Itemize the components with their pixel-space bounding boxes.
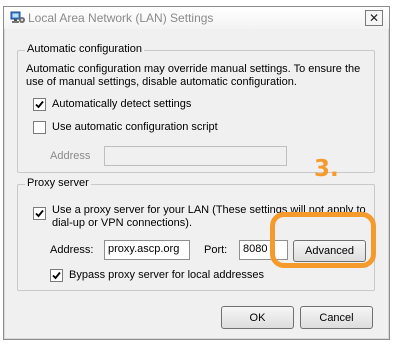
auto-script-row[interactable]: Use automatic configuration script bbox=[33, 121, 218, 134]
step-number-annotation: 3. bbox=[314, 156, 339, 182]
network-settings-icon bbox=[10, 11, 25, 23]
automatic-configuration-group: Automatic configuration Automatic config… bbox=[17, 43, 375, 173]
auto-detect-row[interactable]: Automatically detect settings bbox=[33, 98, 191, 111]
close-icon: ✕ bbox=[368, 11, 380, 25]
script-address-label: Address bbox=[50, 150, 91, 162]
proxy-address-label: Address: bbox=[50, 244, 94, 256]
auto-detect-checkbox[interactable] bbox=[33, 98, 46, 111]
description-line-2: use of manual settings, disable automati… bbox=[26, 76, 297, 88]
bypass-local-label: Bypass proxy server for local addresses bbox=[69, 269, 265, 281]
ok-button[interactable]: OK bbox=[221, 306, 294, 329]
automatic-configuration-legend: Automatic configuration bbox=[25, 43, 144, 55]
script-address-field[interactable] bbox=[104, 146, 287, 166]
auto-detect-label: Automatically detect settings bbox=[52, 98, 192, 110]
advanced-button-highlight bbox=[270, 212, 376, 268]
cancel-button[interactable]: Cancel bbox=[300, 306, 373, 329]
checkmark-icon bbox=[52, 271, 61, 280]
close-button[interactable]: ✕ bbox=[365, 10, 383, 26]
title-bar: Local Area Network (LAN) Settings ✕ bbox=[4, 7, 389, 29]
proxy-address-field[interactable]: proxy.ascp.org bbox=[104, 240, 190, 260]
dialog-title: Local Area Network (LAN) Settings bbox=[28, 11, 214, 25]
auto-script-checkbox[interactable] bbox=[33, 121, 46, 134]
proxy-port-label: Port: bbox=[204, 244, 228, 256]
use-proxy-checkbox[interactable] bbox=[33, 207, 46, 220]
automatic-configuration-description: Automatic configuration may override man… bbox=[26, 63, 360, 89]
description-line-1: Automatic configuration may override man… bbox=[26, 63, 361, 75]
checkmark-icon bbox=[35, 209, 44, 218]
bypass-local-row[interactable]: Bypass proxy server for local addresses bbox=[50, 269, 264, 282]
bypass-local-checkbox[interactable] bbox=[50, 269, 63, 282]
auto-script-label: Use automatic configuration script bbox=[52, 121, 218, 133]
proxy-server-legend: Proxy server bbox=[25, 177, 91, 189]
checkmark-icon bbox=[35, 100, 44, 109]
